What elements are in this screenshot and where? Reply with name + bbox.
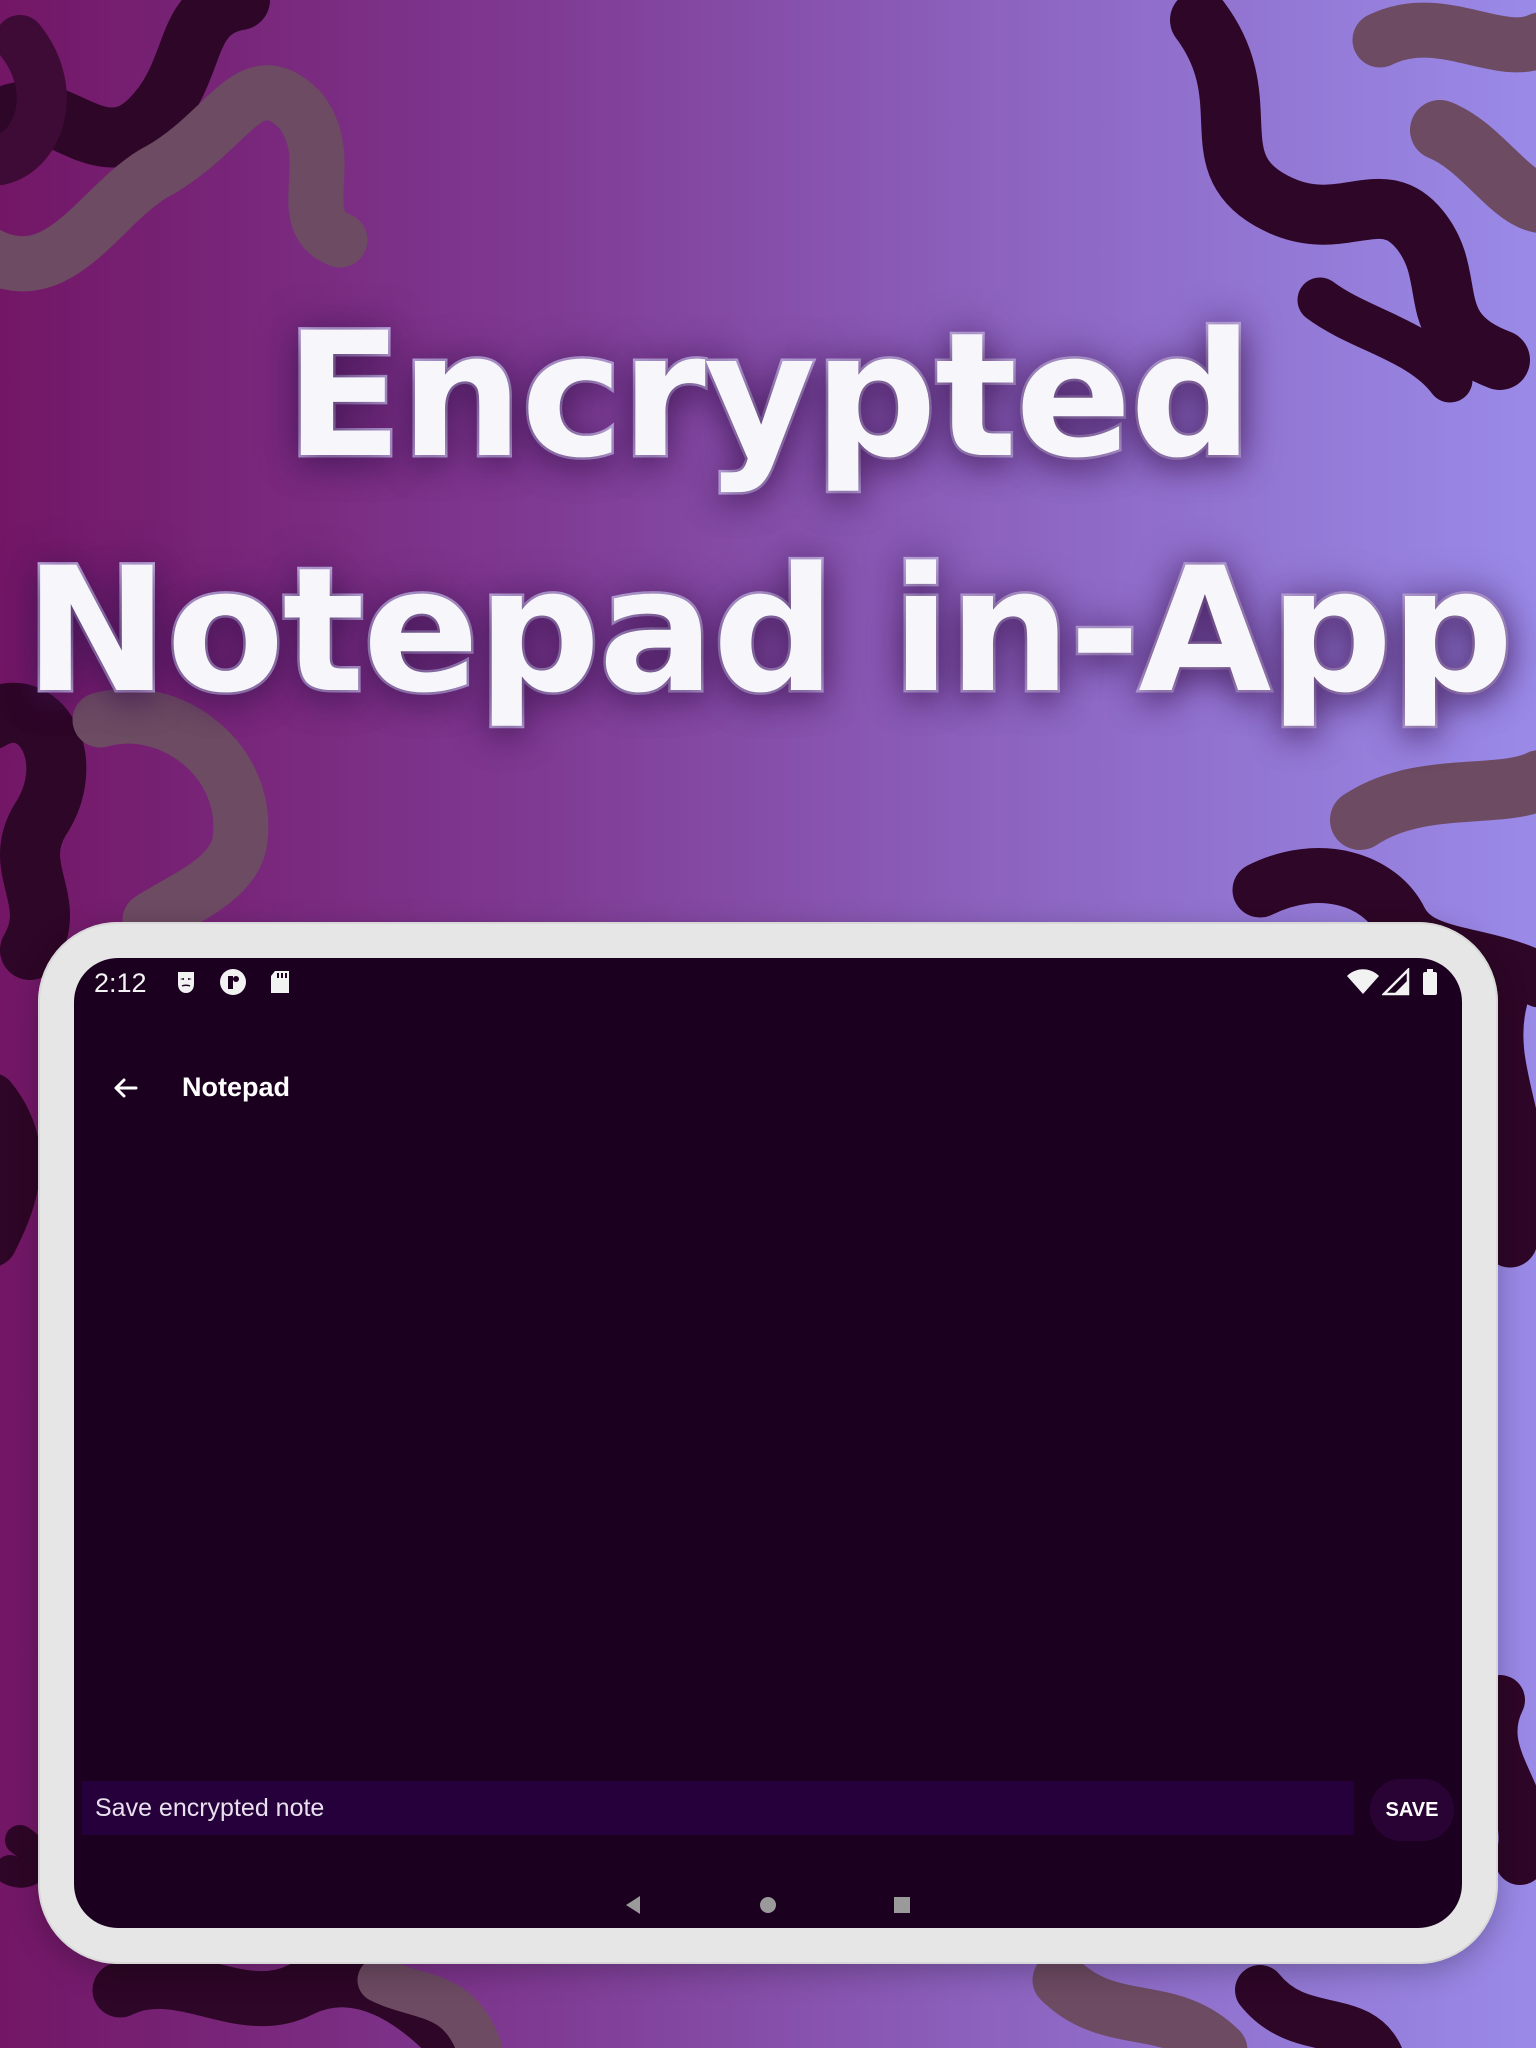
signal-icon [1382, 968, 1410, 996]
navigation-bar [74, 1886, 1462, 1926]
app-bar: Notepad [74, 1048, 1462, 1128]
headline-line-1: Encrypted [283, 295, 1256, 496]
note-input[interactable] [82, 1781, 1354, 1835]
app-title: Notepad [182, 1072, 290, 1102]
tablet-screen: 2:12 Notepad Save encrypted note SAVE [74, 958, 1462, 1928]
battery-icon [1423, 969, 1437, 995]
wifi-icon [1347, 969, 1379, 994]
recents-square-icon[interactable] [889, 1892, 915, 1918]
circle-app-icon [220, 969, 246, 995]
home-circle-icon[interactable] [755, 1892, 781, 1918]
status-bar: 2:12 [74, 958, 1462, 1010]
back-arrow-icon[interactable] [104, 1066, 148, 1110]
headline-line-2: Notepad in-App [22, 530, 1516, 731]
save-button[interactable]: SAVE [1370, 1779, 1454, 1841]
status-time: 2:12 [94, 968, 147, 998]
sd-card-icon [271, 971, 289, 993]
mask-icon [178, 972, 194, 993]
tablet-frame: 2:12 Notepad Save encrypted note SAVE [38, 922, 1498, 1964]
back-triangle-icon[interactable] [620, 1892, 646, 1918]
